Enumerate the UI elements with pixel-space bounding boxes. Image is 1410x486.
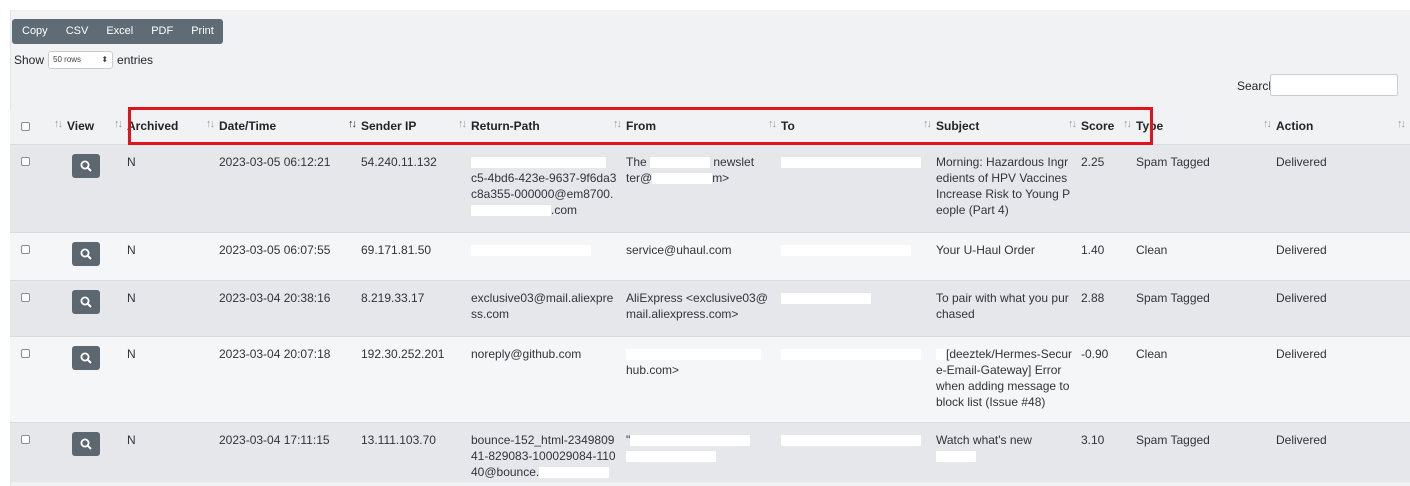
table-row: N 2023-03-05 06:07:55 69.171.81.50 servi… <box>10 232 1410 280</box>
row-checkbox[interactable] <box>21 348 30 358</box>
search-icon <box>80 438 92 450</box>
from-cell: " <box>626 422 781 482</box>
to-cell <box>781 336 936 422</box>
copy-button[interactable]: Copy <box>12 19 57 44</box>
column-header-view[interactable]: View ↑↓ <box>67 110 127 144</box>
type-cell: Spam Tagged <box>1136 290 1210 305</box>
sort-icon[interactable]: ↑↓ <box>1397 118 1406 130</box>
datetime-cell: 2023-03-04 20:07:18 <box>219 346 331 361</box>
return-path-cell: c5-4bd6-423e-9637-9f6da3c8a355-000000@em… <box>471 144 626 232</box>
archived-cell: N <box>127 154 136 169</box>
subject-cell: [deeztek/Hermes-Secure-Email-Gateway] Er… <box>936 346 1073 409</box>
datetime-cell: 2023-03-05 06:12:21 <box>219 154 331 169</box>
sender-ip-cell: 13.111.103.70 <box>361 432 436 447</box>
view-button[interactable] <box>72 153 100 178</box>
score-cell: 1.40 <box>1081 242 1105 257</box>
score-cell: -0.90 <box>1081 346 1109 361</box>
print-button[interactable]: Print <box>182 19 223 44</box>
to-cell <box>781 144 936 232</box>
sender-ip-cell: 192.30.252.201 <box>361 346 445 361</box>
excel-button[interactable]: Excel <box>97 19 142 44</box>
datetime-cell: 2023-03-04 20:38:16 <box>219 290 331 305</box>
type-cell: Clean <box>1136 346 1168 361</box>
type-cell: Spam Tagged <box>1136 432 1210 447</box>
sender-ip-cell: 69.171.81.50 <box>361 242 432 257</box>
return-path-cell: noreply@github.com <box>471 346 582 361</box>
messages-table: ↑↓ View ↑↓ Archived ↑↓ Date/Time ↑↓ Sender … <box>10 110 1410 482</box>
from-cell: hub.com> <box>626 336 781 422</box>
search-icon <box>80 160 92 172</box>
row-checkbox[interactable] <box>21 434 30 444</box>
table-row: N 2023-03-05 06:12:21 54.240.11.132 c5-4… <box>10 144 1410 232</box>
select-all-header[interactable]: ↑↓ <box>10 110 67 144</box>
entries-label: entries <box>117 53 154 67</box>
table-row: N 2023-03-04 20:38:16 8.219.33.17 exclus… <box>10 280 1410 336</box>
sender-ip-cell: 54.240.11.132 <box>361 154 437 169</box>
sort-icon[interactable]: ↑↓ <box>114 118 123 130</box>
to-cell <box>781 232 936 280</box>
action-cell: Delivered <box>1276 154 1327 169</box>
archived-cell: N <box>127 432 136 447</box>
subject-cell: Your U-Haul Order <box>936 242 1035 257</box>
csv-button[interactable]: CSV <box>57 19 98 44</box>
from-cell: The newslet ter@ m> <box>626 154 755 185</box>
select-all-checkbox[interactable] <box>21 122 30 131</box>
archived-cell: N <box>127 242 136 257</box>
to-cell <box>781 422 936 482</box>
row-checkbox[interactable] <box>21 156 30 166</box>
search-icon <box>80 296 92 308</box>
type-cell: Clean <box>1136 242 1168 257</box>
view-button[interactable] <box>72 431 100 456</box>
subject-cell: Morning: Hazardous Ingredients of HPV Va… <box>936 154 1071 217</box>
datetime-cell: 2023-03-05 06:07:55 <box>219 242 331 257</box>
row-checkbox[interactable] <box>21 244 30 254</box>
select-caret-icon: ⬍ <box>101 55 109 64</box>
return-path-cell: bounce-152_html-234980941-829083-1000290… <box>471 432 616 479</box>
view-button[interactable] <box>72 289 100 314</box>
type-cell: Spam Tagged <box>1136 154 1210 169</box>
action-cell: Delivered <box>1276 346 1327 361</box>
action-cell: Delivered <box>1276 242 1327 257</box>
sort-icon[interactable]: ↑↓ <box>54 118 63 130</box>
search-icon <box>80 352 92 364</box>
highlight-annotation-box <box>128 107 1153 145</box>
score-cell: 3.10 <box>1081 432 1105 447</box>
show-label: Show <box>14 53 45 67</box>
page-length-value: 50 rows <box>53 55 82 64</box>
export-button-group: Copy CSV Excel PDF Print <box>12 19 223 44</box>
subject-cell: To pair with what you purchased <box>936 290 1069 321</box>
view-button[interactable] <box>72 345 100 370</box>
row-checkbox[interactable] <box>21 292 30 302</box>
page-length-control: Show 50 rows ⬍ entries <box>14 51 153 69</box>
table-row: N 2023-03-04 20:07:18 192.30.252.201 nor… <box>10 336 1410 422</box>
archived-cell: N <box>127 290 136 305</box>
sender-ip-cell: 8.219.33.17 <box>361 290 425 305</box>
table-row: N 2023-03-04 17:11:15 13.111.103.70 boun… <box>10 422 1410 482</box>
action-cell: Delivered <box>1276 290 1327 305</box>
sort-icon[interactable]: ↑↓ <box>1263 118 1272 130</box>
from-cell: service@uhaul.com <box>626 242 732 257</box>
to-cell <box>781 280 936 336</box>
action-cell: Delivered <box>1276 432 1327 447</box>
page-length-select[interactable]: 50 rows ⬍ <box>48 51 114 69</box>
from-cell: AliExpress <exclusive03@mail.aliexpress.… <box>626 290 768 321</box>
return-path-cell <box>471 232 626 280</box>
return-path-cell: exclusive03@mail.aliexpress.com <box>471 290 614 321</box>
datetime-cell: 2023-03-04 17:11:15 <box>219 432 330 447</box>
view-button[interactable] <box>72 241 100 266</box>
column-header-type[interactable]: Type ↑↓ <box>1136 110 1276 144</box>
search-input[interactable] <box>1270 74 1398 96</box>
pdf-button[interactable]: PDF <box>142 19 182 44</box>
subject-cell: Watch what's new <box>936 422 1081 482</box>
column-header-action[interactable]: Action ↑↓ <box>1276 110 1410 144</box>
search-icon <box>80 248 92 260</box>
archived-cell: N <box>127 346 136 361</box>
score-cell: 2.88 <box>1081 290 1105 305</box>
score-cell: 2.25 <box>1081 154 1105 169</box>
